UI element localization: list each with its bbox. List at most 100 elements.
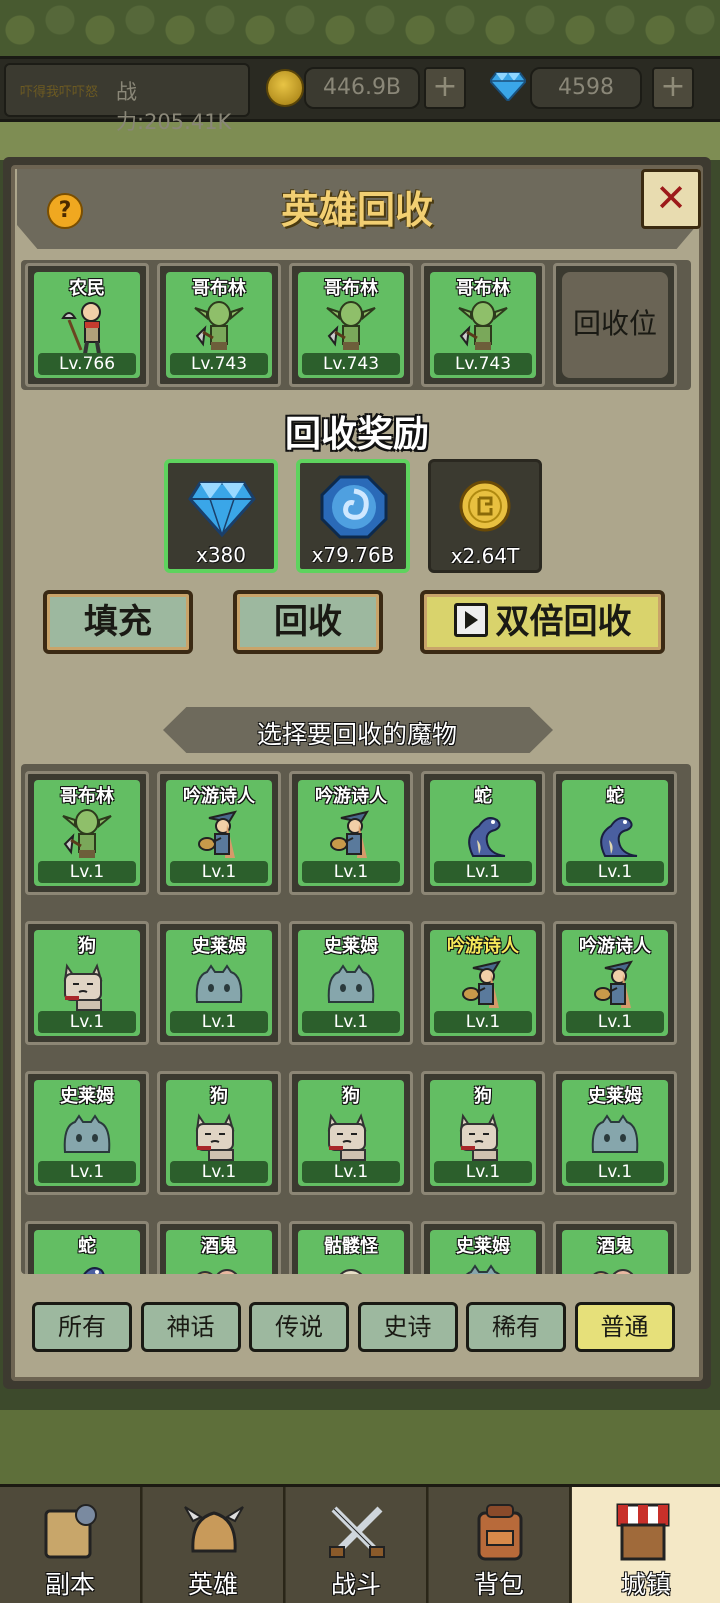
card-portrait: 蛇 <box>34 1230 140 1274</box>
card-portrait: 史莱姆 Lv.1 <box>166 930 272 1036</box>
fill-button[interactable]: 填充 <box>43 590 193 654</box>
reward-amount: x2.64T <box>450 544 520 568</box>
card-portrait: 吟游诗人 Lv.1 <box>166 780 272 886</box>
gem-icon <box>490 72 526 101</box>
monster-card[interactable]: 哥布林 Lv.1 <box>25 771 149 895</box>
filter-3[interactable]: 史诗 <box>357 1302 458 1352</box>
reward-item[interactable]: x380 <box>164 459 278 573</box>
card-level: Lv.1 <box>170 1161 268 1183</box>
reward-item[interactable]: x79.76B <box>296 459 410 573</box>
player-name: 吓得我吓吓怒 <box>20 85 99 100</box>
card-level: Lv.1 <box>38 1011 136 1033</box>
monster-card[interactable]: 吟游诗人 Lv.1 <box>289 771 413 895</box>
monster-card[interactable]: 吟游诗人 Lv.1 <box>157 771 281 895</box>
filter-1[interactable]: 神话 <box>140 1302 241 1352</box>
monster-card[interactable]: 史莱姆 Lv.1 <box>157 921 281 1045</box>
monster-card[interactable]: 农民 Lv.766 <box>25 263 149 387</box>
peasant-icon <box>61 302 101 355</box>
monster-card[interactable]: 史莱姆 Lv.1 <box>553 1071 677 1195</box>
card-name: 酒鬼 <box>597 1236 633 1257</box>
bard-icon <box>462 960 502 1008</box>
card-name: 吟游诗人 <box>447 936 519 957</box>
dog-icon <box>327 1113 367 1161</box>
monster-card[interactable]: 狗 Lv.1 <box>25 921 149 1045</box>
drunk-icon <box>593 1269 634 1274</box>
slime-icon <box>63 1114 111 1153</box>
card-portrait: 酒鬼 <box>166 1230 272 1274</box>
double-recycle-button[interactable]: 双倍回收 <box>420 590 665 654</box>
background-foliage <box>0 0 720 60</box>
card-name: 狗 <box>210 1086 228 1107</box>
nav-item-shop[interactable]: 城镇 <box>572 1487 720 1603</box>
close-button[interactable]: ✕ <box>641 169 701 229</box>
help-icon[interactable]: ? <box>47 193 83 229</box>
monster-card[interactable]: 狗 Lv.1 <box>289 1071 413 1195</box>
monster-card[interactable]: 吟游诗人 Lv.1 <box>421 921 545 1045</box>
filter-4[interactable]: 稀有 <box>466 1302 566 1352</box>
reward-amount: x79.76B <box>311 543 395 567</box>
monster-grid[interactable]: 哥布林 Lv.1 吟游诗人 Lv.1 吟游诗人 Lv.1 蛇 Lv.1 蛇 Lv.1 狗 Lv.1 史莱… <box>21 764 691 1274</box>
nav-item-helmet[interactable]: 英雄 <box>143 1487 285 1603</box>
card-level: Lv.1 <box>566 1011 664 1033</box>
monster-card[interactable]: 蛇 Lv.1 <box>421 771 545 895</box>
blue-rune-icon <box>320 475 388 539</box>
top-bar: 吓得我吓吓怒 战力:205.41K 446.9B + 4598 + <box>0 56 720 134</box>
dog-icon <box>459 1113 499 1161</box>
card-portrait: 哥布林 Lv.743 <box>166 272 272 378</box>
monster-card[interactable]: 蛇 Lv.1 <box>553 771 677 895</box>
goblin-icon <box>458 301 508 350</box>
card-portrait: 哥布林 Lv.1 <box>34 780 140 886</box>
monster-card[interactable]: 酒鬼 <box>157 1221 281 1274</box>
monster-card[interactable]: 哥布林 Lv.743 <box>421 263 545 387</box>
card-name: 蛇 <box>606 786 624 807</box>
filter-2[interactable]: 传说 <box>249 1302 349 1352</box>
card-name: 吟游诗人 <box>579 936 651 957</box>
reward-amount: x380 <box>195 543 246 567</box>
card-portrait: 吟游诗人 Lv.1 <box>562 930 668 1036</box>
filter-0[interactable]: 所有 <box>32 1302 132 1352</box>
card-name: 农民 <box>69 278 105 299</box>
monster-card[interactable]: 吟游诗人 Lv.1 <box>553 921 677 1045</box>
gold-amount: 446.9B <box>304 67 420 109</box>
background-ground <box>0 1410 720 1485</box>
filter-5[interactable]: 普通 <box>574 1302 675 1352</box>
monster-card[interactable]: 史莱姆 <box>421 1221 545 1274</box>
card-name: 哥布林 <box>60 786 114 807</box>
card-portrait: 史莱姆 Lv.1 <box>298 930 404 1036</box>
dog-icon <box>195 1113 235 1161</box>
card-name: 史莱姆 <box>60 1086 114 1107</box>
nav-item-swords[interactable]: 战斗 <box>286 1487 428 1603</box>
helmet-icon <box>183 1501 245 1563</box>
goblin-icon <box>194 301 244 350</box>
empty-recycle-slot[interactable]: 回收位 <box>553 263 677 387</box>
card-name: 吟游诗人 <box>315 786 387 807</box>
card-portrait: 蛇 Lv.1 <box>430 780 536 886</box>
card-portrait: 哥布林 Lv.743 <box>298 272 404 378</box>
card-name: 哥布林 <box>192 278 246 299</box>
recycle-button[interactable]: 回收 <box>233 590 383 654</box>
reward-item[interactable]: x2.64T <box>428 459 542 573</box>
monster-card[interactable]: 酒鬼 <box>553 1221 677 1274</box>
nav-label: 副本 <box>44 1570 95 1599</box>
monster-card[interactable]: 史莱姆 Lv.1 <box>25 1071 149 1195</box>
snake-icon <box>468 817 506 857</box>
nav-item-map[interactable]: 副本 <box>0 1487 142 1603</box>
monster-card[interactable]: 哥布林 Lv.743 <box>157 263 281 387</box>
rarity-filters: 所有 神话 传说 史诗 稀有 普通 <box>3 1302 711 1354</box>
section-title: 选择要回收的魔物 <box>256 720 457 749</box>
monster-card[interactable]: 蛇 <box>25 1221 149 1274</box>
monster-card[interactable]: 史莱姆 Lv.1 <box>289 921 413 1045</box>
monster-card[interactable]: 狗 Lv.1 <box>421 1071 545 1195</box>
monster-card[interactable]: 骷髅怪 <box>289 1221 413 1274</box>
diamond-icon <box>188 481 256 538</box>
add-gold-button[interactable]: + <box>424 67 466 109</box>
card-name: 狗 <box>474 1086 492 1107</box>
nav-item-backpack[interactable]: 背包 <box>429 1487 571 1603</box>
monster-card[interactable]: 哥布林 Lv.743 <box>289 263 413 387</box>
nav-label: 背包 <box>473 1570 524 1599</box>
add-gem-button[interactable]: + <box>652 67 694 109</box>
monster-card[interactable]: 狗 Lv.1 <box>157 1071 281 1195</box>
player-info[interactable]: 吓得我吓吓怒 战力:205.41K <box>4 63 250 134</box>
card-portrait: 农民 Lv.766 <box>34 272 140 378</box>
card-name: 哥布林 <box>324 278 378 299</box>
